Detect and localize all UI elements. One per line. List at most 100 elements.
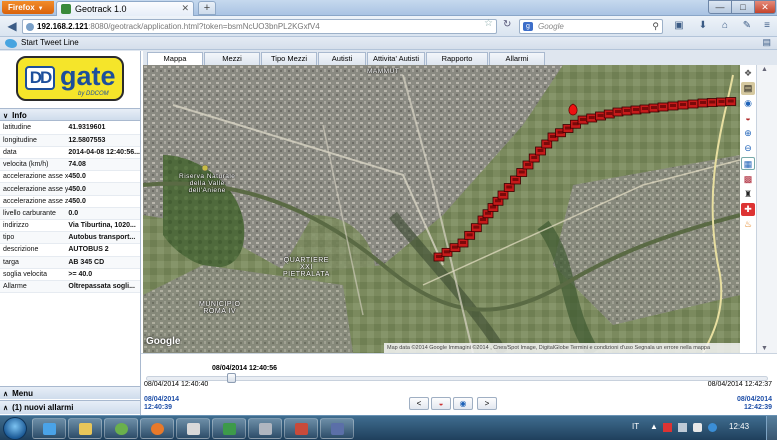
route-marker-window	[597, 114, 604, 117]
taskbar-firefox[interactable]	[140, 418, 174, 439]
minimize-button[interactable]: —	[708, 0, 732, 14]
clock[interactable]: 12:43	[729, 422, 749, 431]
browser-tab-title: Geotrack 1.0	[75, 4, 127, 14]
info-title: Info	[12, 111, 27, 120]
route-marker-window	[466, 233, 473, 237]
url-input[interactable]: 192.168.2.121:8080/geotrack/application.…	[22, 19, 497, 34]
zoom-out-icon[interactable]: ⊖	[741, 142, 755, 155]
search-engine-icon[interactable]: g	[523, 22, 533, 31]
map-label-mammut: MAMMUT	[367, 68, 400, 75]
flag-icon[interactable]	[663, 423, 672, 432]
bookmarks-menu-icon[interactable]: ▣	[672, 20, 686, 33]
browser-tab[interactable]: Geotrack 1.0 ✕	[56, 1, 194, 16]
globe-icon[interactable]: ◉	[741, 97, 755, 110]
taskbar-media[interactable]	[104, 418, 138, 439]
addon-icon[interactable]: ✎	[740, 20, 754, 33]
chevron-down-icon: ▼	[37, 6, 44, 12]
tray-app-icon[interactable]	[708, 423, 717, 432]
info-key: targa	[0, 256, 69, 269]
layers-icon[interactable]: ❖	[741, 67, 755, 80]
report-icon[interactable]: ▦	[741, 157, 755, 170]
map-label-municipio: MUNICIPIO ROMA IV	[199, 301, 241, 315]
taskbar-app5[interactable]	[176, 418, 210, 439]
tab-tipo-mezzi[interactable]: Tipo Mezzi	[261, 52, 317, 65]
scroll-down-icon[interactable]: ▼	[761, 345, 768, 352]
close-tab-icon[interactable]: ✕	[181, 3, 189, 14]
tray-expand-icon[interactable]: ▲	[650, 422, 658, 431]
alarms-panel-header[interactable]: ∧ (1) nuovi allarmi	[0, 400, 140, 414]
taskbar-ie[interactable]	[32, 418, 66, 439]
route-marker-window	[660, 105, 666, 108]
taskbar-app8[interactable]	[284, 418, 318, 439]
alert-icon[interactable]: ✚	[741, 203, 755, 216]
info-key: Allarme	[0, 280, 69, 294]
browser-titlebar: Firefox ▼ Geotrack 1.0 ✕ + — □ ✕	[0, 0, 777, 16]
firefox-menu-button[interactable]: Firefox ▼	[2, 1, 54, 14]
logo-mark: DD	[25, 66, 55, 90]
maximize-button[interactable]: □	[731, 0, 755, 14]
taskbar-app7[interactable]	[248, 418, 282, 439]
bookmark-star-icon[interactable]: ☆	[484, 18, 493, 29]
time-slider-track[interactable]	[146, 376, 768, 381]
reload-icon[interactable]: ↻	[503, 19, 511, 30]
info-value: 450.0	[68, 170, 140, 184]
route-marker-window	[500, 193, 506, 196]
previous-button[interactable]: <	[409, 397, 429, 410]
map-scrollbar[interactable]: ▲ ▼	[756, 65, 777, 353]
slider-current-time: 08/04/2014 12:40:56	[212, 365, 277, 372]
route-marker-window	[537, 149, 544, 152]
print-icon[interactable]: ▤	[741, 82, 755, 95]
scroll-up-icon[interactable]: ▲	[761, 66, 768, 73]
route-marker-window	[727, 99, 734, 103]
tab-attivita-autisti[interactable]: Attivita' Autisti	[367, 52, 425, 65]
tab-allarmi[interactable]: Allarmi	[489, 52, 545, 65]
taskbar-app9[interactable]	[320, 418, 354, 439]
volume-icon[interactable]	[693, 423, 702, 432]
range-end-time: 08/04/2014 12:42:39	[736, 396, 772, 411]
url-host: 192.168.2.121	[37, 22, 89, 31]
back-arrow-icon[interactable]: ◀	[4, 19, 20, 34]
bookmarks-overflow-icon[interactable]: ▤	[762, 37, 771, 48]
info-key: tipo	[0, 231, 69, 245]
fire-icon[interactable]: ♨	[741, 218, 755, 231]
info-row: descrizione AUTOBUS 2	[0, 243, 140, 257]
bus-icon[interactable]: ▩	[741, 173, 755, 186]
satellite-map[interactable]: MAMMUT Riserva Naturale della Valle dell…	[143, 65, 740, 353]
bookmarks-bar: Start Tweet Line ▤	[0, 37, 777, 50]
new-tab-button[interactable]: +	[198, 1, 216, 15]
info-value: 2014-04-08 12:40:56...	[68, 146, 140, 160]
bookmark-start-tweet-line[interactable]: Start Tweet Line	[21, 38, 79, 47]
info-row: latitudine 41.9319601	[0, 122, 140, 135]
home-icon[interactable]: ⌂	[718, 20, 732, 33]
next-button[interactable]: >	[477, 397, 497, 410]
start-button[interactable]	[3, 417, 27, 440]
slider-end-time: 08/04/2014 12:42:37	[707, 381, 772, 388]
menu-panel-header[interactable]: ∧ Menu	[0, 386, 140, 399]
time-slider-thumb[interactable]	[227, 373, 237, 383]
globe-route-icon[interactable]: ◉	[453, 397, 473, 410]
walk-icon[interactable]: ♜	[741, 188, 755, 201]
search-input[interactable]: g Google ⚲	[519, 19, 663, 34]
close-window-button[interactable]: ✕	[754, 0, 776, 14]
info-key: accelerazione asse x	[0, 170, 69, 184]
tab-rapporto-giornaliero[interactable]: Rapporto giornaliero	[426, 52, 488, 75]
menu-icon[interactable]: ≡	[760, 20, 774, 33]
language-indicator[interactable]: IT	[632, 422, 639, 431]
zoom-in-icon[interactable]: ⊕	[741, 127, 755, 140]
info-key: accelerazione asse z	[0, 195, 69, 208]
show-desktop-button[interactable]	[766, 416, 777, 440]
search-icon[interactable]: ⚲	[652, 21, 659, 32]
route-marker-window	[557, 130, 564, 134]
info-panel-header[interactable]: ∨ Info	[0, 108, 140, 121]
route-marker-window	[709, 100, 716, 104]
car-history-icon[interactable]: ◒	[431, 397, 451, 410]
tab-mappa[interactable]: Mappa	[147, 52, 203, 66]
car-icon[interactable]: ◒	[741, 112, 755, 125]
tab-mezzi[interactable]: Mezzi	[204, 52, 260, 65]
downloads-icon[interactable]: ⬇	[696, 20, 710, 33]
taskbar-explorer[interactable]	[68, 418, 102, 439]
route-marker-window	[633, 108, 639, 111]
tab-autisti[interactable]: Autisti	[318, 52, 366, 65]
network-icon[interactable]	[678, 423, 687, 432]
taskbar-app6[interactable]	[212, 418, 246, 439]
